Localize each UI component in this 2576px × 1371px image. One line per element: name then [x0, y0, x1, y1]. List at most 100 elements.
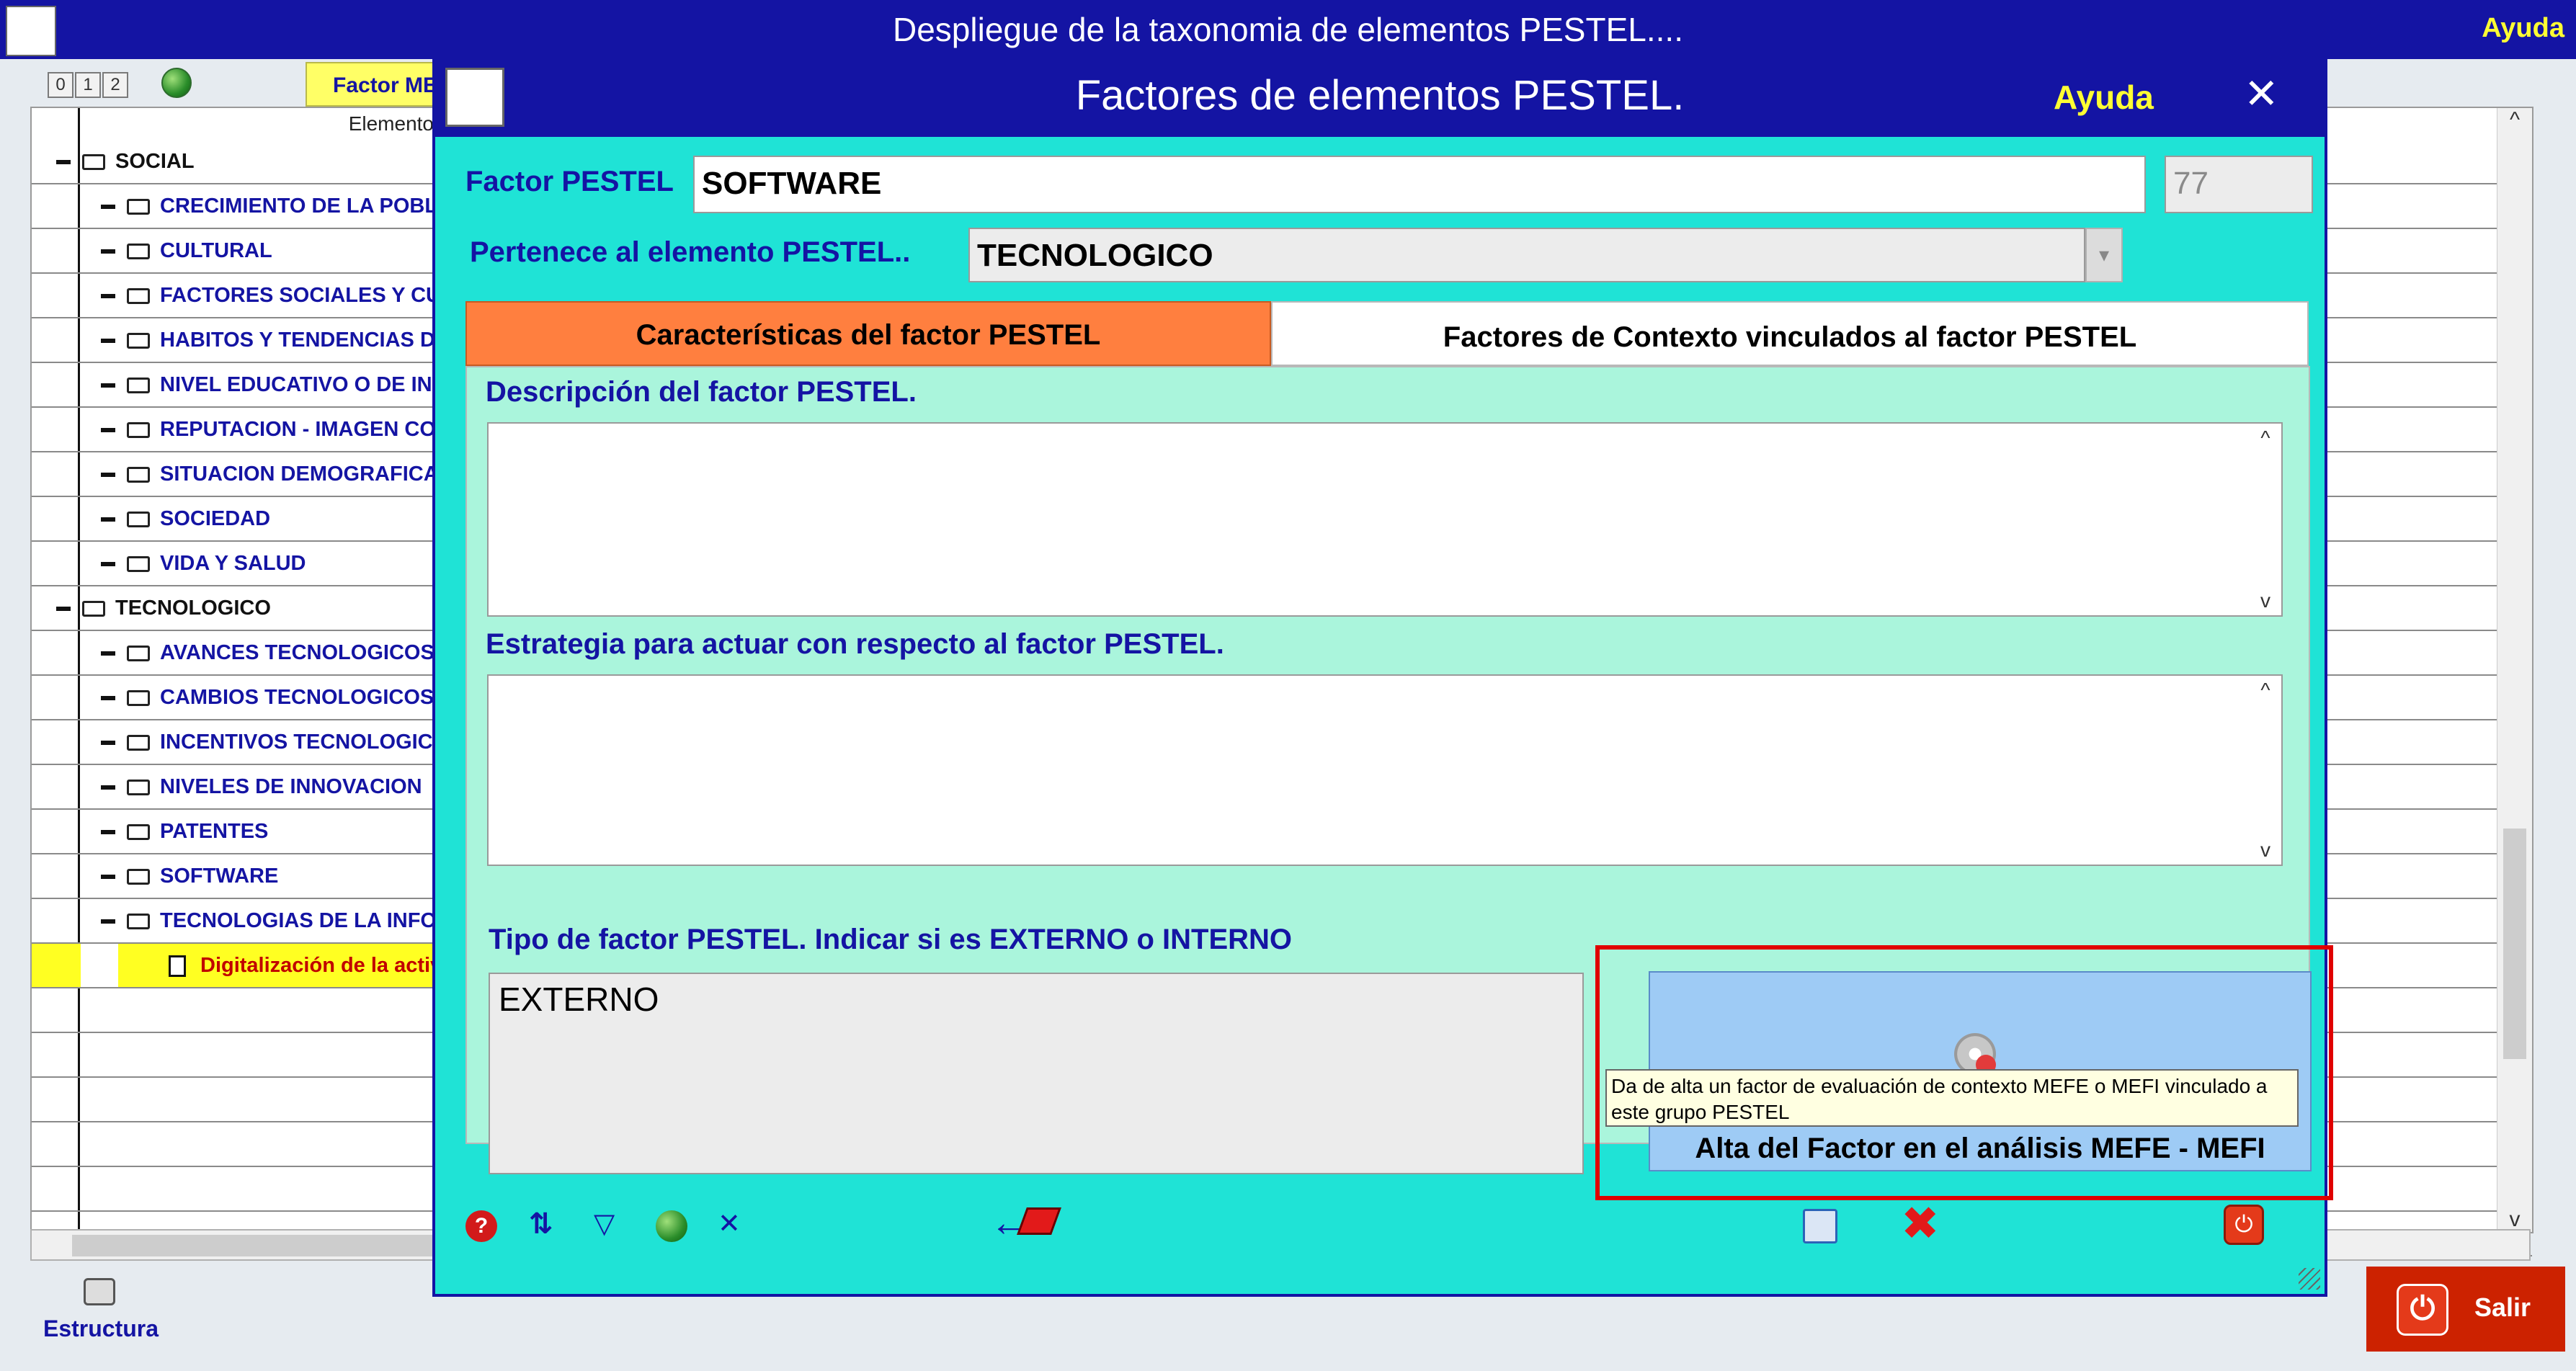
tree-row-label: SITUACION DEMOGRAFICA	[160, 463, 439, 486]
collapse-icon[interactable]	[101, 294, 115, 299]
folder-icon	[127, 735, 150, 751]
scroll-down-arrow[interactable]: v	[2250, 589, 2281, 612]
tree-row-label: NIVELES DE INNOVACION	[160, 775, 422, 798]
dialog-title: Factores de elementos PESTEL.	[1075, 72, 1685, 119]
collapse-icon[interactable]	[101, 741, 115, 746]
folder-icon	[127, 824, 150, 841]
tab-caracteristicas[interactable]: Características del factor PESTEL	[465, 301, 1271, 366]
folder-icon	[127, 780, 150, 796]
dialog-titlebar: Factores de elementos PESTEL. Ayuda ✕	[435, 58, 2325, 137]
folder-icon	[127, 199, 150, 215]
close-icon[interactable]: ✕	[2244, 69, 2279, 118]
tipo-value: EXTERNO	[499, 981, 659, 1018]
folder-icon	[127, 914, 150, 930]
folder-icon	[127, 556, 150, 573]
collapse-icon[interactable]	[101, 696, 115, 701]
scroll-down-arrow[interactable]: v	[2497, 1207, 2532, 1232]
factor-dialog: Factores de elementos PESTEL. Ayuda ✕ Fa…	[432, 55, 2333, 1297]
filter-icon[interactable]: ▽	[594, 1207, 625, 1239]
descripcion-scrollbar[interactable]: ^ v	[2250, 424, 2281, 615]
tree-row-label: TECNOLOGICO	[115, 597, 271, 620]
element-select[interactable]: TECNOLOGICO	[968, 228, 2085, 282]
scroll-thumb[interactable]	[2503, 829, 2526, 1059]
collapse-icon[interactable]	[101, 473, 115, 478]
factor-id-field: 77	[2165, 156, 2313, 213]
cancel-icon[interactable]: ✖	[1901, 1200, 1940, 1246]
tree-row-label: SOCIAL	[115, 150, 195, 173]
estrategia-label: Estrategia para actuar con respecto al f…	[486, 628, 1224, 660]
factor-input[interactable]: SOFTWARE	[693, 156, 2146, 213]
factor-mefe-tab[interactable]: Factor MEFE	[306, 62, 435, 107]
collapse-icon[interactable]	[56, 607, 71, 612]
collapse-icon[interactable]	[101, 428, 115, 433]
chevron-down-icon[interactable]: ▾	[2085, 228, 2123, 282]
estrategia-textarea[interactable]: ^ v	[487, 674, 2283, 866]
folder-icon	[82, 601, 105, 617]
collapse-icon[interactable]	[101, 517, 115, 522]
folder-icon	[127, 690, 150, 707]
globe-icon[interactable]	[161, 68, 192, 98]
main-help-link[interactable]: Ayuda	[2482, 0, 2564, 56]
factor-label: Factor PESTEL	[465, 166, 674, 197]
save-icon[interactable]	[1803, 1209, 1837, 1243]
tree-row-label: AVANCES TECNOLOGICOS	[160, 641, 434, 664]
tree-vertical-scrollbar[interactable]: ^ v	[2497, 108, 2532, 1232]
power-icon: ⏻	[2397, 1284, 2448, 1336]
folder-icon	[127, 467, 150, 483]
back-book-icon[interactable]: ←	[990, 1203, 1062, 1246]
collapse-icon[interactable]	[101, 651, 115, 656]
scroll-up-arrow[interactable]: ^	[2497, 108, 2532, 133]
collapse-icon[interactable]	[101, 830, 115, 835]
collapse-icon[interactable]	[101, 919, 115, 924]
tipo-field[interactable]: EXTERNO	[489, 973, 1584, 1174]
collapse-icon[interactable]	[56, 160, 71, 165]
collapse-icon[interactable]	[101, 205, 115, 210]
tree-row-label: SOCIEDAD	[160, 507, 271, 530]
level-0-button[interactable]: 0	[48, 72, 73, 98]
tree-row-label: VIDA Y SALUD	[160, 552, 306, 575]
power-icon[interactable]: ⏻	[2224, 1205, 2264, 1245]
sort-az-icon[interactable]: ⇅	[529, 1207, 561, 1240]
tree-row-label: PATENTES	[160, 820, 269, 843]
main-titlebar: Despliegue de la taxonomia de elementos …	[0, 0, 2576, 59]
descripcion-textarea[interactable]: ^ v	[487, 422, 2283, 617]
excel-export-icon[interactable]: ✕	[718, 1207, 749, 1239]
resize-grip[interactable]	[2299, 1268, 2320, 1290]
tipo-label: Tipo de factor PESTEL. Indicar si es EXT…	[489, 924, 1293, 955]
tree-row-label: SOFTWARE	[160, 865, 279, 888]
folder-icon	[127, 333, 150, 349]
tree-row-label: CULTURAL	[160, 239, 272, 262]
descripcion-label: Descripción del factor PESTEL.	[486, 376, 917, 408]
collapse-icon[interactable]	[101, 785, 115, 790]
element-label: Pertenece al elemento PESTEL..	[470, 236, 911, 268]
folder-icon	[127, 244, 150, 260]
collapse-icon[interactable]	[101, 339, 115, 344]
folder-icon	[127, 288, 150, 305]
scroll-down-arrow[interactable]: v	[2250, 839, 2281, 862]
tooltip: Da de alta un factor de evaluación de co…	[1605, 1069, 2299, 1127]
document-icon	[169, 955, 186, 978]
folder-icon	[82, 154, 105, 171]
globe-icon[interactable]	[656, 1210, 687, 1242]
folder-icon	[127, 512, 150, 528]
collapse-icon[interactable]	[101, 249, 115, 254]
folder-icon	[127, 378, 150, 394]
tab-bar: Características del factor PESTEL Factor…	[465, 301, 2310, 366]
help-icon[interactable]: ?	[465, 1210, 497, 1242]
level-2-button[interactable]: 2	[102, 72, 128, 98]
tab-factores-contexto[interactable]: Factores de Contexto vinculados al facto…	[1271, 301, 2309, 366]
window-title: Despliegue de la taxonomia de elementos …	[893, 11, 1683, 48]
scroll-up-arrow[interactable]: ^	[2250, 427, 2281, 450]
scroll-up-arrow[interactable]: ^	[2250, 679, 2281, 702]
collapse-icon[interactable]	[101, 383, 115, 388]
collapse-icon[interactable]	[101, 875, 115, 880]
collapse-icon[interactable]	[101, 562, 115, 567]
tree-column-header: Elementos	[348, 112, 444, 135]
level-1-button[interactable]: 1	[75, 72, 101, 98]
salir-button[interactable]: ⏻ Salir	[2366, 1267, 2565, 1352]
estructura-label[interactable]: Estructura	[43, 1316, 159, 1342]
estrategia-scrollbar[interactable]: ^ v	[2250, 676, 2281, 865]
dialog-help-link[interactable]: Ayuda	[2054, 78, 2154, 117]
printer-icon[interactable]	[84, 1278, 115, 1305]
folder-icon	[127, 422, 150, 439]
